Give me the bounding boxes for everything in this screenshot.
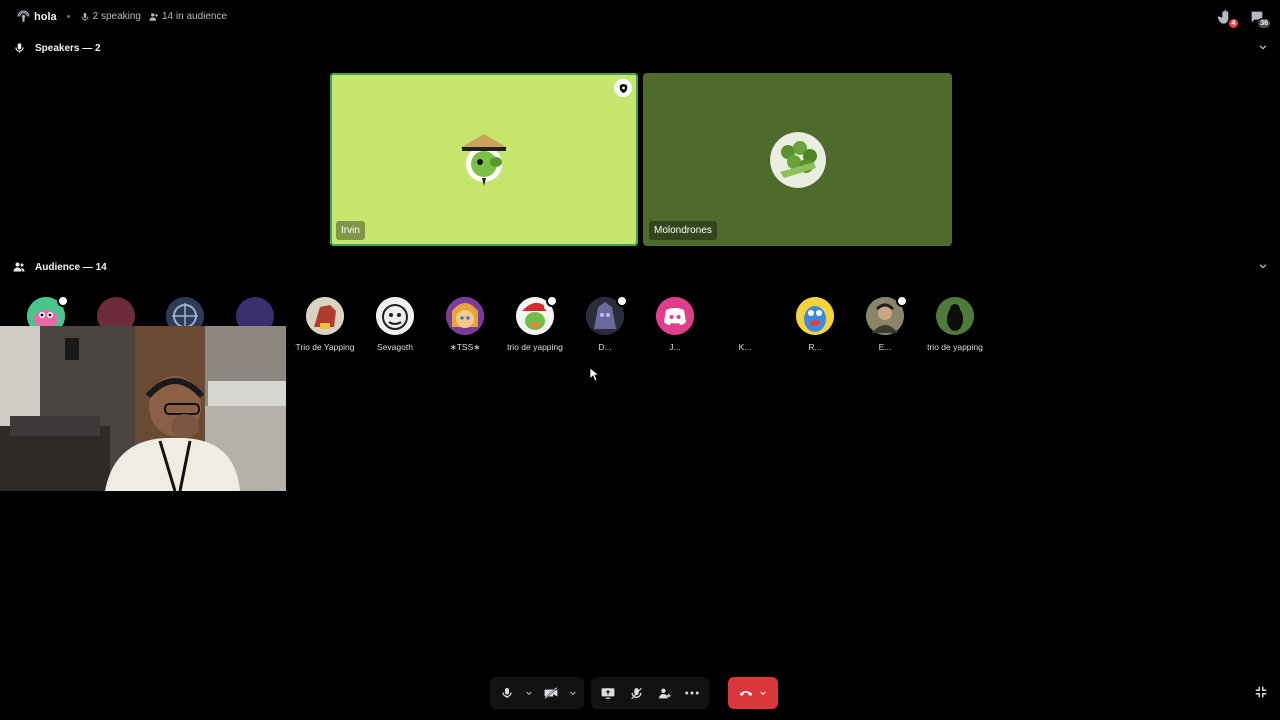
- mouse-cursor-icon: [589, 367, 601, 387]
- exit-fullscreen-button[interactable]: [1254, 685, 1268, 704]
- member-name: ∗TSS∗: [449, 342, 481, 352]
- audience-member[interactable]: E...: [850, 295, 920, 352]
- avatar: [656, 297, 694, 335]
- separator-dot: [66, 15, 70, 18]
- disconnect-button[interactable]: [728, 677, 778, 709]
- screen-share-icon: [601, 687, 615, 699]
- member-name: E...: [878, 342, 892, 352]
- speaker-name: Irvin: [336, 221, 365, 240]
- mic-icon: [81, 12, 88, 21]
- speakers-title: Speakers — 2: [35, 42, 101, 54]
- mute-audience-button[interactable]: [625, 682, 647, 704]
- mic-slash-icon: [630, 687, 642, 699]
- mic-icon: [502, 688, 512, 698]
- channel-name: hola: [34, 10, 57, 23]
- collapse-icon: [1255, 686, 1267, 698]
- microphone-button[interactable]: [496, 682, 518, 704]
- activity-controls: [591, 677, 709, 709]
- status-badge: [896, 295, 908, 307]
- more-options-button[interactable]: [681, 682, 703, 704]
- speaker-tile[interactable]: Irvin: [330, 73, 638, 246]
- member-name: Trio de Yapping: [295, 342, 355, 352]
- move-to-audience-button[interactable]: [653, 682, 675, 704]
- chevron-down-icon[interactable]: [1258, 42, 1268, 55]
- avatar: [306, 297, 344, 335]
- avatar: [936, 297, 974, 335]
- chat-badge: 36: [1257, 17, 1271, 29]
- member-name: J...: [669, 342, 681, 352]
- audience-member[interactable]: Trio de Yapping: [290, 297, 360, 352]
- avatar: [516, 295, 558, 335]
- status-badge: [57, 295, 69, 307]
- audience-title: Audience — 14: [35, 261, 107, 273]
- avatar: [866, 295, 908, 335]
- audience-member[interactable]: Sevagoth: [360, 297, 430, 352]
- camera-off-icon: [544, 687, 558, 699]
- speaking-count: 2 speaking: [80, 11, 141, 22]
- audience-icon: [149, 12, 158, 21]
- chat-button[interactable]: 36: [1248, 8, 1271, 29]
- hang-up-icon: [739, 691, 753, 696]
- speaker-name: Molondrones: [649, 221, 717, 240]
- speakers-section-header[interactable]: Speakers — 2: [0, 39, 1280, 57]
- raised-hands-button[interactable]: 4: [1216, 8, 1239, 29]
- audience-member[interactable]: D...: [570, 295, 640, 352]
- screen-share-button[interactable]: [597, 682, 619, 704]
- member-name: R...: [808, 342, 822, 352]
- webcam-preview[interactable]: [0, 326, 286, 491]
- audience-member[interactable]: trio de yapping: [500, 295, 570, 352]
- mic-camera-group: [490, 677, 584, 709]
- disconnect-controls: [728, 677, 778, 709]
- audience-icon: [12, 261, 26, 273]
- member-name: trio de yapping: [927, 342, 983, 352]
- camera-off-button[interactable]: [540, 682, 562, 704]
- more-icon: [685, 691, 699, 695]
- share-activity-group: [591, 677, 709, 709]
- audience-member[interactable]: K...: [710, 297, 780, 352]
- person-down-icon: [658, 688, 671, 698]
- mic-options-chevron[interactable]: [524, 682, 534, 704]
- audience-member[interactable]: ∗TSS∗: [430, 297, 500, 353]
- audience-section-header[interactable]: Audience — 14: [0, 258, 1280, 276]
- member-name: K...: [738, 342, 752, 352]
- speaker-tile[interactable]: Molondrones: [643, 73, 952, 246]
- header-actions: 4 36: [1216, 0, 1280, 33]
- camera-options-chevron[interactable]: [568, 682, 578, 704]
- mic-icon: [12, 42, 26, 54]
- stage-channel-icon: [16, 10, 30, 24]
- avatar: [456, 131, 512, 188]
- chevron-down-icon[interactable]: [1258, 261, 1268, 274]
- avatar: [446, 297, 484, 335]
- avatar: [769, 131, 826, 188]
- member-name: Sevagoth: [377, 342, 413, 352]
- audience-count: 14 in audience: [149, 11, 227, 22]
- member-name: D...: [598, 342, 612, 352]
- audience-member[interactable]: R...: [780, 297, 850, 352]
- status-badge: [546, 295, 558, 307]
- avatar: [796, 297, 834, 335]
- voice-controls: [490, 677, 584, 709]
- chevron-down-icon: [760, 691, 766, 696]
- stage-header: hola 2 speaking 14 in audience: [0, 0, 1280, 33]
- avatar: [586, 295, 628, 335]
- raised-hands-badge: 4: [1228, 17, 1239, 29]
- audience-member[interactable]: J...: [640, 297, 710, 352]
- audience-member[interactable]: trio de yapping: [920, 297, 990, 352]
- member-name: trio de yapping: [507, 342, 563, 352]
- avatar: [726, 297, 764, 335]
- moderator-shield-icon: [614, 79, 632, 97]
- status-badge: [616, 295, 628, 307]
- avatar: [376, 297, 414, 335]
